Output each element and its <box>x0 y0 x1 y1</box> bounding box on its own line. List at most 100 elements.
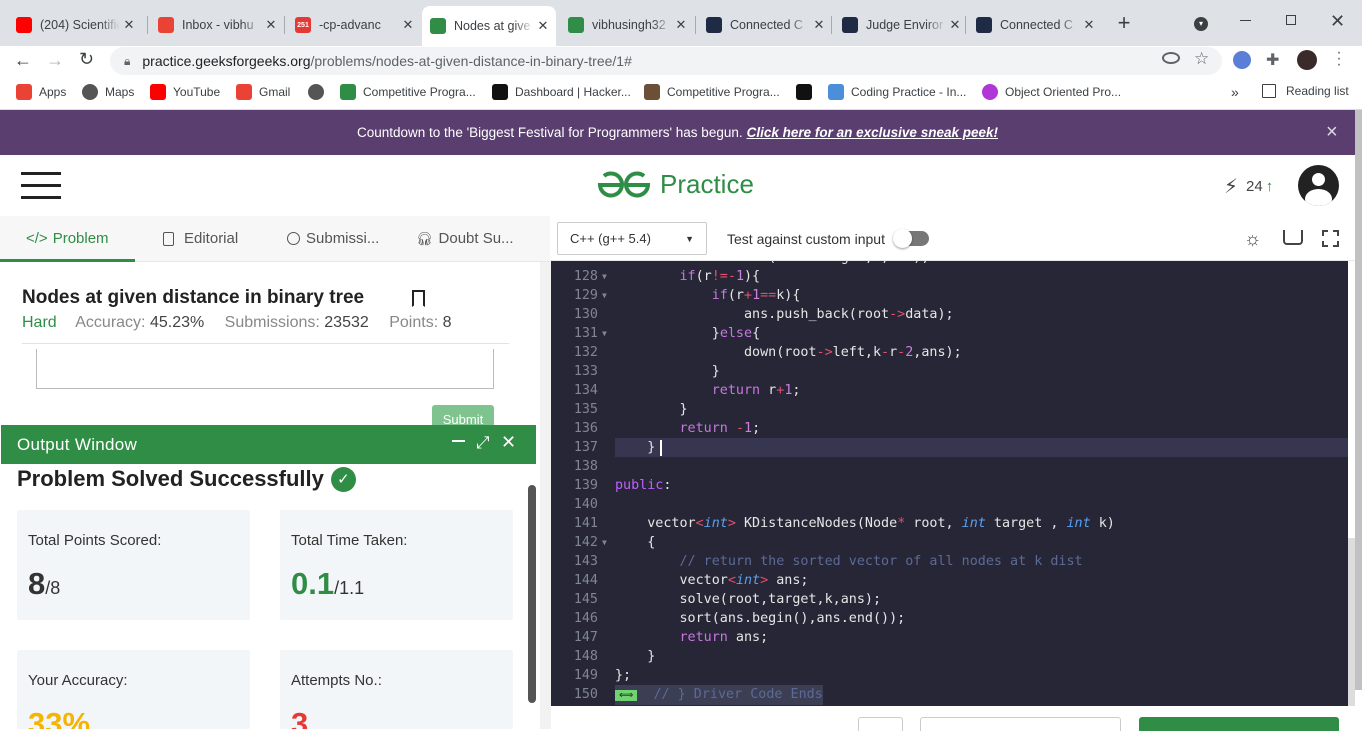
bookmark-item[interactable]: Object Oriented Pro... <box>982 84 1121 100</box>
tab-close-icon[interactable]: ✕ <box>534 18 552 34</box>
language-select[interactable]: C++ (g++ 5.4) ▼ <box>557 222 707 255</box>
fold-arrow-icon[interactable]: ▼ <box>602 533 607 552</box>
code-line[interactable]: 137 } <box>551 438 1348 457</box>
address-bar[interactable]: 🔒︎ practice.geeksforgeeks.org/problems/n… <box>110 47 1222 75</box>
bookmark-item[interactable]: Apps <box>16 84 66 100</box>
minimize-button[interactable] <box>1240 20 1251 21</box>
code-line[interactable]: 148 } <box>551 647 1348 666</box>
tab-close-icon[interactable]: ✕ <box>262 17 280 33</box>
editor-scrollbar[interactable] <box>1348 538 1355 706</box>
bookmark-item[interactable] <box>796 84 819 100</box>
tab-doubt-support[interactable]: 🎧︎ Doubt Su... <box>416 230 514 247</box>
code-line[interactable]: 140 <box>551 495 1348 514</box>
bookmark-item[interactable]: Competitive Progra... <box>644 84 780 100</box>
tab-problem[interactable]: </> Problem <box>26 230 109 247</box>
theme-sun-icon[interactable]: ☼ <box>1244 229 1261 251</box>
code-line[interactable]: 133 } <box>551 362 1348 381</box>
code-line[interactable]: 129 ▼ if(r+1==k){ <box>551 286 1348 305</box>
submit-button[interactable]: Submit <box>432 405 494 427</box>
code-line[interactable]: 130 ans.push_back(root->data); <box>551 305 1348 324</box>
bookmark-item[interactable]: YouTube <box>150 84 220 100</box>
extension-icon[interactable] <box>1233 51 1251 69</box>
tab-close-icon[interactable]: ✕ <box>1080 17 1098 33</box>
custom-input-toggle[interactable] <box>893 229 929 248</box>
line-number: 138 <box>573 459 598 474</box>
streak-widget[interactable]: ⚡︎ 24 ↑ <box>1224 174 1273 199</box>
code-line[interactable]: 135 } <box>551 400 1348 419</box>
code-line[interactable]: 139 public: <box>551 476 1348 495</box>
code-line[interactable]: 132 down(root->left,k-r-2,ans); <box>551 343 1348 362</box>
expand-icon[interactable]: ⤢ <box>476 433 490 453</box>
code-line[interactable]: 134 return r+1; <box>551 381 1348 400</box>
tab-close-icon[interactable]: ✕ <box>120 17 138 33</box>
reading-list-button[interactable]: Reading list <box>1262 84 1349 98</box>
code-line[interactable]: 150 ⟺ // } Driver Code Ends <box>551 685 1348 705</box>
code-editor[interactable]: 127 int l=solve(root->right,k,ans);128▼ … <box>551 261 1348 706</box>
code-line[interactable]: 144 vector<int> ans; <box>551 571 1348 590</box>
banner-close-icon[interactable]: × <box>1326 122 1338 142</box>
menu-dots-icon[interactable]: · · · <box>1336 45 1342 73</box>
browser-tab[interactable]: Connected C ✕ <box>698 8 832 42</box>
profile-avatar[interactable] <box>1298 165 1339 206</box>
tab-close-icon[interactable]: ✕ <box>672 17 690 33</box>
banner-link[interactable]: Click here for an exclusive sneak peek! <box>747 125 998 140</box>
code-line[interactable]: 147 return ans; <box>551 628 1348 647</box>
browser-tab[interactable]: (204) Scientific ✕ <box>8 8 142 42</box>
tab-close-icon[interactable]: ✕ <box>810 17 828 33</box>
minimize-icon[interactable] <box>452 440 465 442</box>
bookmark-item[interactable]: Competitive Progra... <box>340 84 476 100</box>
back-arrow-icon[interactable]: ← <box>14 50 32 71</box>
star-icon[interactable]: ☆ <box>1194 49 1209 69</box>
code-line[interactable]: 149}; <box>551 666 1348 685</box>
bookmark-item[interactable]: Gmail <box>236 84 290 100</box>
new-tab-button[interactable]: + <box>1114 12 1134 34</box>
browser-tab[interactable]: Connected C ✕ <box>968 8 1102 42</box>
tab-submissions[interactable]: Submissi... <box>287 230 379 247</box>
fold-arrow-icon[interactable]: ▼ <box>602 267 607 286</box>
left-scrollbar[interactable] <box>528 485 536 703</box>
close-window-button[interactable]: ✕ <box>1330 11 1345 32</box>
forward-arrow-icon[interactable]: → <box>46 50 64 71</box>
code-text: ans.push_back(root->data); <box>615 307 954 322</box>
tab-search-icon[interactable]: ▾ <box>1194 17 1208 31</box>
code-line[interactable]: 128 ▼ if(r!=-1){ <box>551 267 1348 286</box>
fullscreen-icon[interactable] <box>1322 230 1339 247</box>
hamburger-icon[interactable] <box>21 172 61 199</box>
browser-tab[interactable]: Judge Enviror ✕ <box>834 8 968 42</box>
code-line[interactable]: 138 <box>551 457 1348 476</box>
tab-close-icon[interactable]: ✕ <box>399 17 417 33</box>
fold-arrow-icon[interactable]: ▼ <box>602 324 607 343</box>
page-scrollbar[interactable] <box>1355 110 1362 690</box>
tab-editorial[interactable]: Editorial <box>163 230 238 247</box>
eye-off-icon[interactable] <box>1162 52 1180 64</box>
browser-tab[interactable]: Nodes at give ✕ <box>422 6 556 46</box>
bookmark-item[interactable] <box>308 84 331 100</box>
code-line[interactable]: 143 // return the sorted vector of all n… <box>551 552 1348 571</box>
browser-tab[interactable]: 251 -cp-advanc ✕ <box>287 8 421 42</box>
close-icon[interactable]: ✕ <box>501 432 516 453</box>
tab-title: Judge Enviror <box>866 18 944 32</box>
restore-button[interactable] <box>1286 15 1296 25</box>
bookmarks-overflow[interactable]: » <box>1231 84 1239 100</box>
bookmark-item[interactable]: Coding Practice - In... <box>828 84 966 100</box>
gfg-logo[interactable]: Practice <box>596 169 754 200</box>
avatar[interactable] <box>1297 50 1317 70</box>
reset-code-icon[interactable] <box>1283 230 1303 245</box>
browser-tab[interactable]: vibhusingh32 ✕ <box>560 8 694 42</box>
puzzle-icon[interactable]: ✚ <box>1266 50 1279 70</box>
bookmark-item[interactable]: Dashboard | Hacker... <box>492 84 631 100</box>
bookmark-item[interactable]: Maps <box>82 84 134 100</box>
folded-marker-icon[interactable]: ⟺ <box>615 690 638 701</box>
code-line[interactable]: 136 return -1; <box>551 419 1348 438</box>
card-label: Your Accuracy: <box>28 672 128 689</box>
code-line[interactable]: 141 vector<int> KDistanceNodes(Node* roo… <box>551 514 1348 533</box>
tab-close-icon[interactable]: ✕ <box>946 17 964 33</box>
reload-icon[interactable]: ↻ <box>79 49 94 70</box>
fold-arrow-icon[interactable]: ▼ <box>602 286 607 305</box>
code-line[interactable]: 142 ▼ { <box>551 533 1348 552</box>
code-line[interactable]: 131 ▼ }else{ <box>551 324 1348 343</box>
feedback-textarea[interactable] <box>36 349 494 389</box>
code-line[interactable]: 145 solve(root,target,k,ans); <box>551 590 1348 609</box>
browser-tab[interactable]: Inbox - vibhu ✕ <box>150 8 284 42</box>
code-line[interactable]: 146 sort(ans.begin(),ans.end()); <box>551 609 1348 628</box>
